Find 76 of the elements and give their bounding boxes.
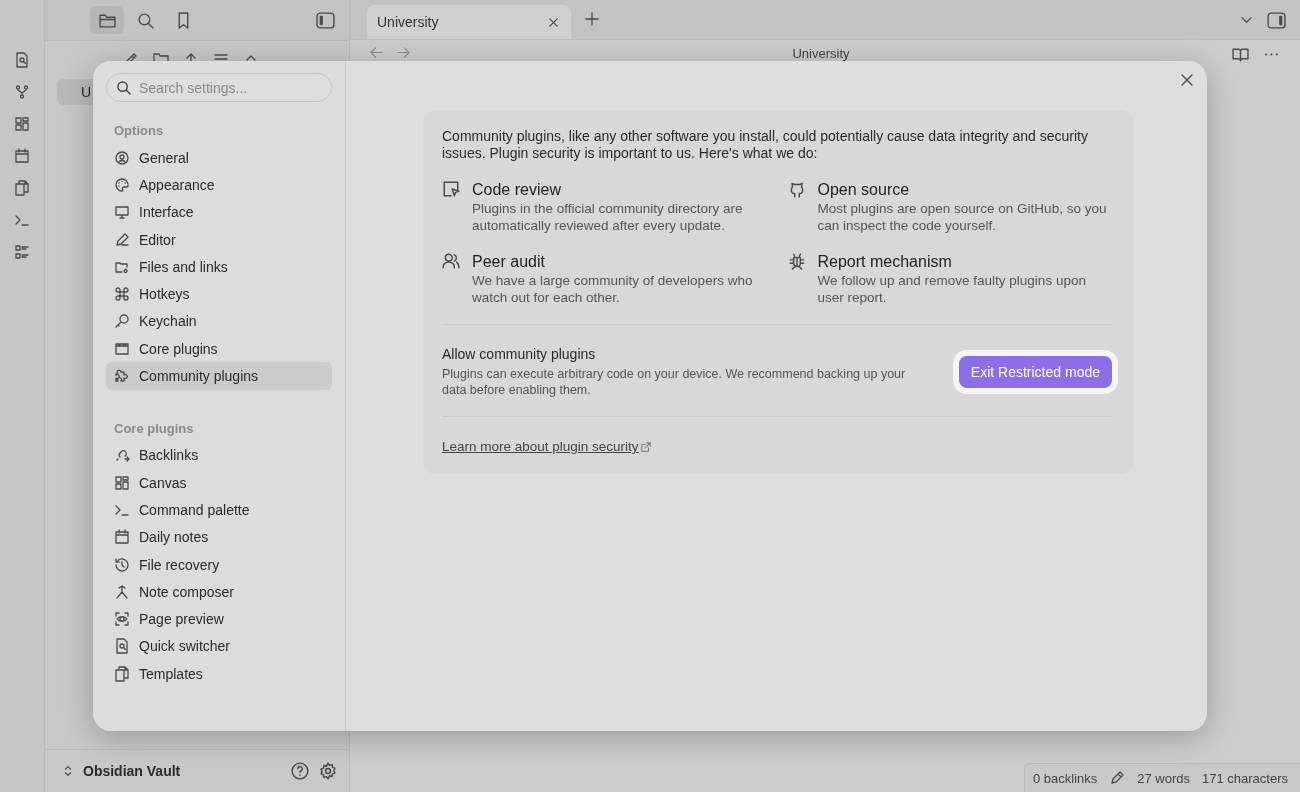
sidebar-toggle-icon[interactable] [1267,12,1286,29]
chevron-updown-icon[interactable] [63,764,73,778]
setting-description: Plugins can execute arbitrary code on your device. We recommend backing up your data before enabling them. [442,366,907,398]
external-link-icon[interactable] [640,441,651,452]
feature-title: Open source [817,180,911,200]
settings-nav-item[interactable]: Quick switcher [106,632,332,661]
feature-title: Peer audit [472,252,546,272]
file-search-icon [114,638,130,655]
settings-nav-item[interactable]: Core plugins [106,335,332,363]
merge-icon [114,583,130,600]
settings-nav-item[interactable]: Hotkeys [106,280,332,308]
setting-name: Allow community plugins [442,346,597,362]
settings-nav-item[interactable]: Appearance [106,171,332,199]
settings-nav-item[interactable]: Canvas [106,468,332,497]
status-item: 171 characters [1202,770,1288,786]
settings-nav-item[interactable]: Daily notes [106,523,332,551]
box-icon [114,340,130,357]
ribbon-icon[interactable] [14,52,30,68]
ribbon-icon[interactable] [14,180,30,196]
feature-title: Code review [472,180,562,200]
ribbon-icon[interactable] [14,116,30,132]
settings-nav-item[interactable]: Backlinks [106,441,332,469]
help-icon[interactable] [291,762,309,780]
vault-name[interactable]: Obsidian Vault [83,763,281,779]
settings-nav-item[interactable]: Note composer [106,578,332,606]
section-heading: Options [113,122,165,140]
settings-nav-item[interactable]: File recovery [106,550,332,579]
grid-icon [114,474,130,491]
folder-icon[interactable] [98,11,116,29]
note-title: University [791,46,851,61]
calendar-icon [114,529,130,546]
ribbon-icon[interactable] [14,148,30,164]
close-icon[interactable] [1181,74,1193,86]
history-icon [114,556,130,573]
settings-icon[interactable] [319,762,337,780]
close-icon[interactable] [548,16,559,28]
settings-nav-item[interactable]: Files and links [106,253,332,281]
feature-icon [442,180,460,198]
settings-nav-item[interactable]: Page preview [106,605,332,633]
section-heading: Core plugins [113,419,195,438]
feature-icon [787,252,806,270]
feature-description: Most plugins are open source on GitHub, so you can inspect the code yourself. [817,200,1108,234]
sidebar-tab[interactable] [90,6,124,34]
learn-more-link[interactable]: Learn more about plugin security [442,439,639,454]
command-key-icon [114,286,130,303]
feature-description: We have a large community of developers who watch out for each other. [472,272,754,306]
palette-icon [114,176,130,193]
settings-nav-item[interactable]: Keychain [106,307,332,336]
search-field[interactable]: Search settings... [106,73,332,102]
monitor-icon [114,204,130,221]
ribbon-icon[interactable] [14,84,30,100]
pencil-icon[interactable] [1109,770,1126,786]
sidebar-toggle-icon[interactable] [316,11,335,29]
status-item: 27 words [1137,770,1190,786]
eye-icon [114,611,130,628]
settings-nav-item[interactable]: General [106,144,332,172]
settings-nav-item[interactable]: Command palette [106,496,332,524]
status-item: 0 backlinks [1032,770,1098,786]
intro-text: Community plugins, like any other software you install, could potentially cause data integrity and security issues. Plugin security is important to us. Here's what we do: [442,128,1089,162]
settings-nav-item[interactable]: Editor [106,225,332,254]
puzzle-icon [114,368,130,384]
settings-nav-item[interactable]: Templates [106,660,332,688]
tab[interactable]: University [367,5,571,39]
ribbon-icon[interactable] [14,244,30,260]
book-icon[interactable] [1232,46,1249,63]
search-icon [116,80,131,95]
feature-icon [442,252,460,270]
feature-description: Plugins in the official community directory are automatically reviewed after every update. [472,200,744,234]
settings-nav-item[interactable]: Community plugins [106,362,332,390]
settings-nav-item[interactable]: Interface [106,198,332,226]
new-tab-icon[interactable] [585,12,599,26]
feature-description: We follow up and remove faulty plugins upon user report. [817,272,1087,306]
feature-title: Report mechanism [817,252,953,272]
pencil-icon [114,231,130,248]
copy-icon [114,665,130,682]
search-icon[interactable] [136,11,154,29]
